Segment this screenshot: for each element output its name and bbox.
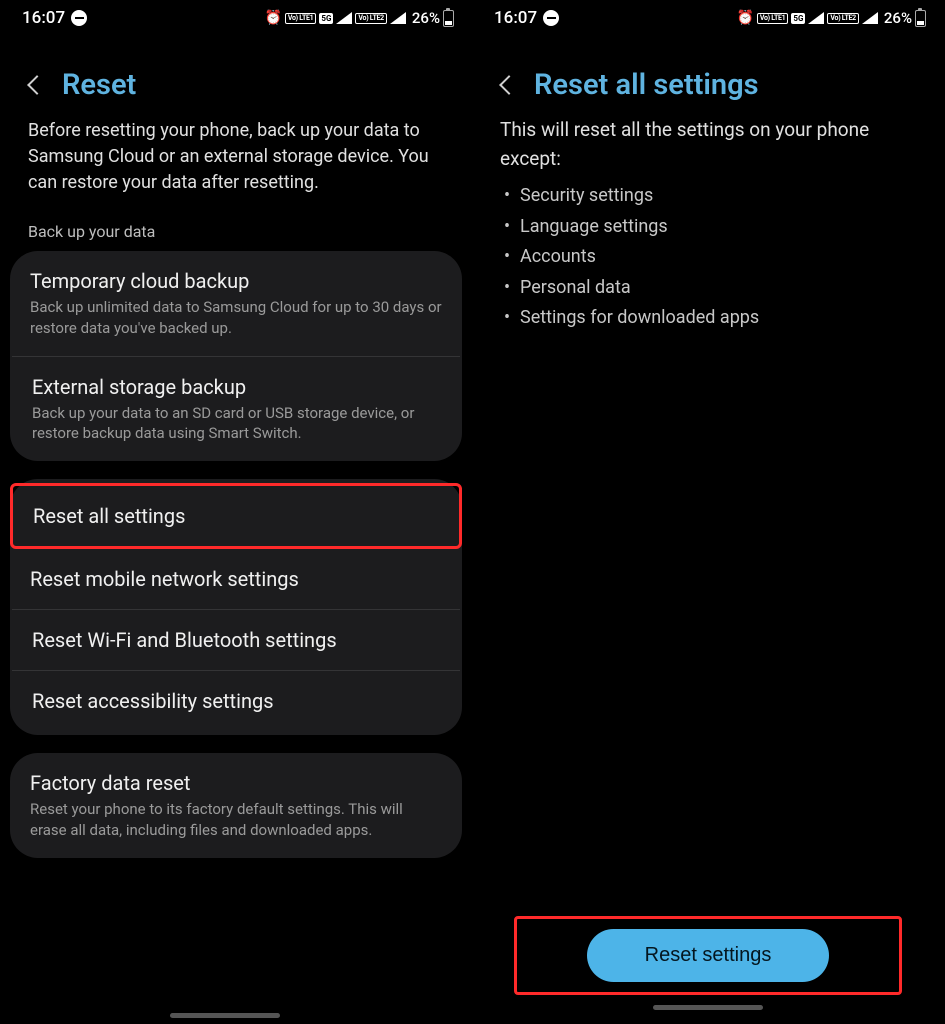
clock: 16:07 — [22, 8, 65, 28]
reset-card: Reset all settings Reset mobile network … — [10, 479, 462, 735]
item-desc: Back up your data to an SD card or USB s… — [32, 403, 440, 444]
reset-accessibility-item[interactable]: Reset accessibility settings — [12, 670, 460, 731]
network-badge: 5G — [791, 13, 805, 24]
left-screenshot: 16:07 ⏰ Vo) LTE1 5G Vo) LTE2 26% Reset B… — [0, 0, 472, 1024]
page-header: Reset — [0, 32, 472, 114]
signal-icon — [336, 12, 352, 24]
status-bar: 16:07 ⏰ Vo) LTE1 5G Vo) LTE2 26% — [472, 0, 944, 32]
status-bar: 16:07 ⏰ Vo) LTE1 5G Vo) LTE2 26% — [0, 0, 472, 32]
battery-percent: 26% — [884, 9, 912, 27]
reset-all-settings-item[interactable]: Reset all settings — [13, 486, 459, 546]
sim2-indicator: Vo) LTE2 — [355, 13, 386, 24]
back-icon[interactable] — [27, 75, 47, 95]
item-title: Reset mobile network settings — [30, 567, 442, 591]
battery-percent: 26% — [412, 9, 440, 27]
alarm-icon: ⏰ — [264, 10, 281, 26]
factory-reset-card: Factory data reset Reset your phone to i… — [10, 753, 462, 858]
item-title: Reset accessibility settings — [32, 689, 440, 713]
back-icon[interactable] — [499, 75, 519, 95]
network-badge: 5G — [319, 13, 333, 24]
item-title: Reset Wi-Fi and Bluetooth settings — [32, 628, 440, 652]
item-desc: Back up unlimited data to Samsung Cloud … — [30, 297, 442, 338]
right-screenshot: 16:07 ⏰ Vo) LTE1 5G Vo) LTE2 26% Reset a… — [472, 0, 944, 1024]
battery-icon — [443, 10, 454, 27]
backup-section-label: Back up your data — [0, 196, 472, 251]
page-header: Reset all settings — [472, 32, 944, 114]
battery-icon — [915, 10, 926, 27]
bottom-area: Reset settings — [472, 916, 944, 1010]
signal-icon — [808, 12, 824, 24]
exceptions-list: Security settings Language settings Acco… — [472, 173, 944, 334]
sim1-indicator: Vo) LTE1 — [757, 13, 788, 24]
exception-item: Settings for downloaded apps — [520, 303, 916, 334]
external-storage-backup-item[interactable]: External storage backup Back up your dat… — [12, 356, 460, 462]
clock: 16:07 — [494, 8, 537, 28]
reset-settings-button[interactable]: Reset settings — [587, 929, 830, 982]
exception-item: Security settings — [520, 181, 916, 212]
backup-card: Temporary cloud backup Back up unlimited… — [10, 251, 462, 461]
alarm-icon: ⏰ — [736, 10, 753, 26]
factory-data-reset-item[interactable]: Factory data reset Reset your phone to i… — [10, 753, 462, 858]
page-title: Reset — [62, 68, 136, 102]
item-title: Factory data reset — [30, 771, 442, 795]
exception-item: Personal data — [520, 273, 916, 304]
temporary-cloud-backup-item[interactable]: Temporary cloud backup Back up unlimited… — [10, 251, 462, 356]
dnd-icon — [71, 10, 87, 26]
highlight-cta: Reset settings — [514, 916, 902, 995]
sim2-indicator: Vo) LTE2 — [827, 13, 858, 24]
nav-handle[interactable] — [653, 1005, 763, 1010]
sim1-indicator: Vo) LTE1 — [285, 13, 316, 24]
item-title: Temporary cloud backup — [30, 269, 442, 293]
lead-text: This will reset all the settings on your… — [472, 114, 944, 173]
exception-item: Language settings — [520, 212, 916, 243]
item-desc: Reset your phone to its factory default … — [30, 799, 442, 840]
reset-mobile-network-item[interactable]: Reset mobile network settings — [10, 549, 462, 609]
item-title: Reset all settings — [33, 504, 439, 528]
intro-text: Before resetting your phone, back up you… — [0, 114, 472, 196]
signal-icon — [390, 12, 406, 24]
dnd-icon — [543, 10, 559, 26]
page-title: Reset all settings — [534, 68, 758, 102]
nav-handle[interactable] — [170, 1013, 280, 1018]
reset-wifi-bt-item[interactable]: Reset Wi-Fi and Bluetooth settings — [12, 609, 460, 670]
highlight-reset-all: Reset all settings — [10, 483, 462, 549]
item-title: External storage backup — [32, 375, 440, 399]
signal-icon — [862, 12, 878, 24]
exception-item: Accounts — [520, 242, 916, 273]
